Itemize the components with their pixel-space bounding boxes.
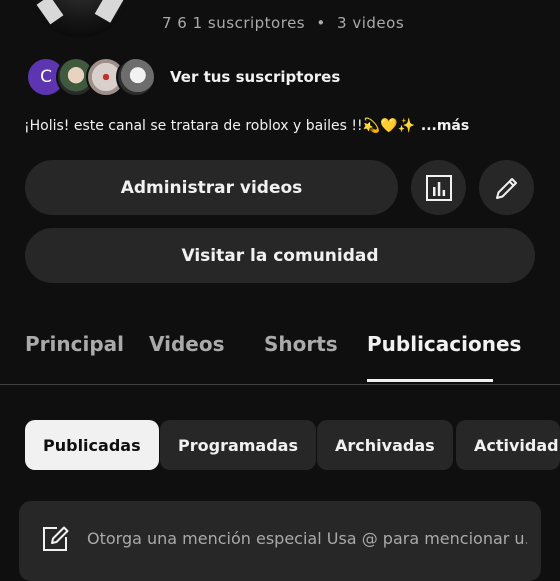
edit-channel-button[interactable]	[479, 160, 534, 215]
subscriber-avatar-initial: C	[40, 67, 52, 87]
subscriber-avatar	[116, 57, 156, 97]
filter-chip-label: Publicadas	[43, 435, 141, 455]
tab-videos[interactable]: Videos	[149, 332, 225, 356]
stats-separator: •	[316, 14, 326, 32]
channel-stats: 7 6 1 suscriptores • 3 videos	[162, 14, 404, 32]
more-link[interactable]: ...más	[421, 118, 469, 134]
filter-chip-label: Archivadas	[335, 435, 435, 455]
post-composer[interactable]: Otorga una mención especial Usa @ para m…	[19, 501, 541, 581]
view-subscribers-row[interactable]: C Ver tus suscriptores	[26, 57, 340, 97]
video-count: 3 videos	[337, 14, 405, 32]
channel-description[interactable]: ¡Holis! este canal se tratara de roblox …	[24, 118, 469, 134]
composer-placeholder: Otorga una mención especial Usa @ para m…	[87, 529, 527, 548]
filter-chip-archivadas[interactable]: Archivadas	[317, 420, 453, 470]
channel-avatar[interactable]	[30, 0, 130, 38]
view-subscribers-link[interactable]: Ver tus suscriptores	[170, 68, 340, 86]
analytics-button[interactable]	[411, 160, 466, 215]
visit-community-button[interactable]: Visitar la comunidad	[25, 228, 535, 283]
pencil-icon	[495, 177, 517, 199]
filter-chip-label: Actividad de	[474, 435, 560, 455]
filter-chip-actividad[interactable]: Actividad de	[456, 420, 560, 470]
tab-shorts[interactable]: Shorts	[264, 332, 338, 356]
filter-chip-label: Programadas	[178, 435, 298, 455]
manage-videos-label: Administrar videos	[120, 177, 303, 198]
compose-icon	[43, 526, 69, 551]
analytics-icon	[425, 174, 452, 201]
channel-tabs: Principal Videos Shorts Publicaciones	[0, 318, 560, 385]
filter-chip-programadas[interactable]: Programadas	[160, 420, 316, 470]
filter-chip-publicadas[interactable]: Publicadas	[25, 420, 159, 470]
manage-videos-button[interactable]: Administrar videos	[25, 160, 398, 215]
subscriber-count: 7 6 1 suscriptores	[162, 14, 306, 32]
description-text: ¡Holis! este canal se tratara de roblox …	[24, 118, 415, 134]
tab-publicaciones[interactable]: Publicaciones	[367, 332, 521, 356]
active-tab-indicator	[367, 379, 493, 382]
tab-principal[interactable]: Principal	[25, 332, 124, 356]
visit-community-label: Visitar la comunidad	[181, 245, 379, 266]
